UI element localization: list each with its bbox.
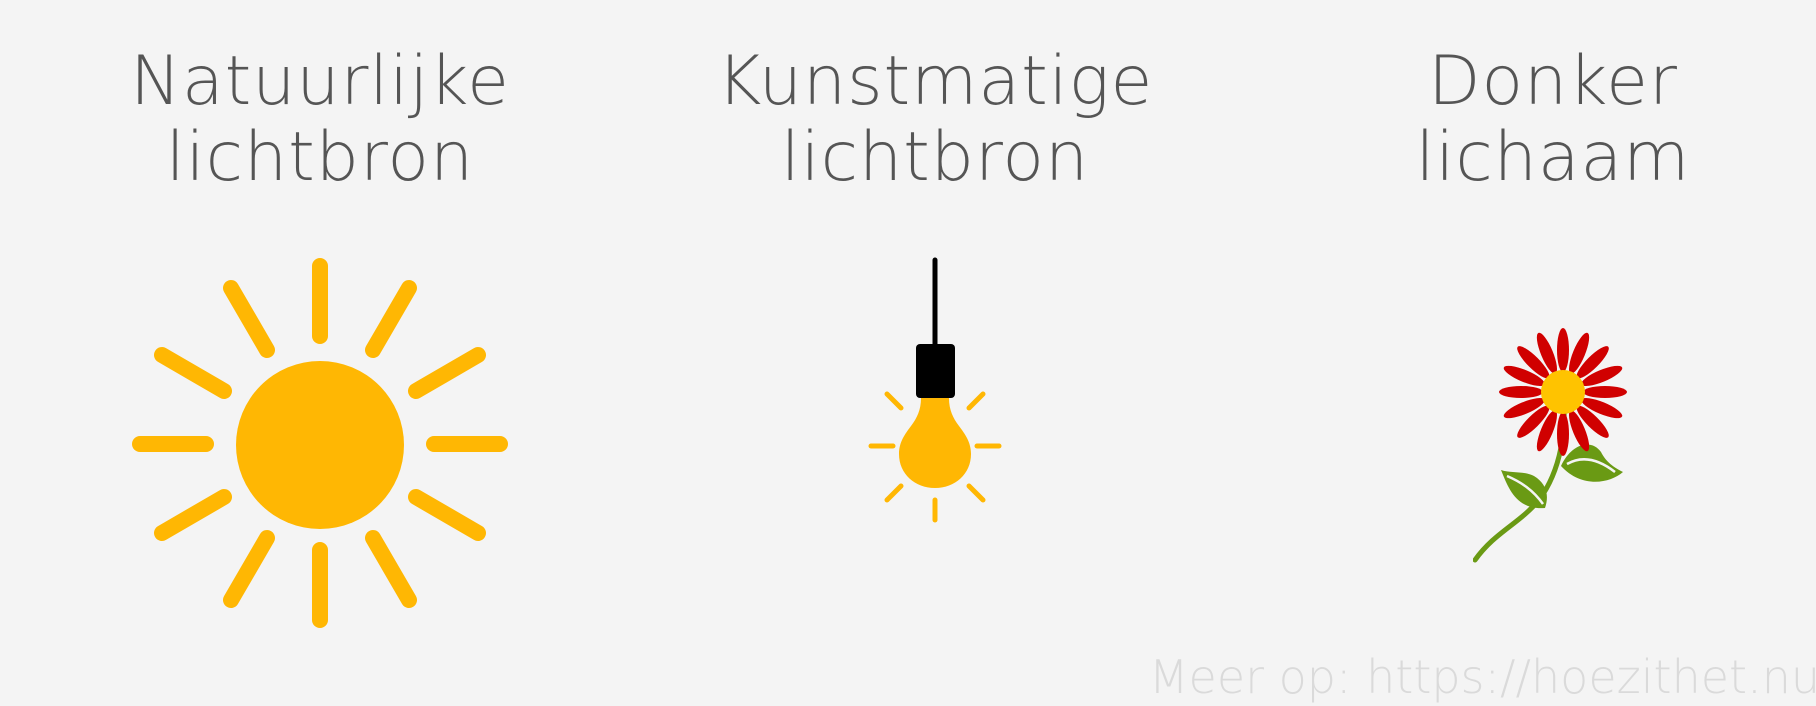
- column-dark-body: Donker lichaam: [1380, 0, 1726, 706]
- column-title: Donker lichaam: [1380, 44, 1726, 196]
- title-line-1: Natuurlijke: [130, 42, 510, 121]
- column-natural-light-source: Natuurlijke lichtbron: [120, 0, 520, 706]
- column-title: Kunstmatige lichtbron: [700, 44, 1170, 196]
- title-line-2: lichtbron: [165, 118, 475, 197]
- title-line-2: lichaam: [1415, 118, 1691, 197]
- title-line-1: Kunstmatige: [716, 42, 1154, 121]
- column-title: Natuurlijke lichtbron: [120, 44, 520, 196]
- sun-icon: [132, 258, 508, 628]
- flower-icon: [1473, 328, 1627, 563]
- column-artificial-light-source: Kunstmatige lichtbron: [700, 0, 1170, 706]
- footer-watermark: Meer op: https://hoezithet.nu: [1148, 650, 1816, 704]
- light-bulb-icon: [868, 257, 1002, 523]
- title-line-1: Donker: [1428, 42, 1678, 121]
- title-line-2: lichtbron: [780, 118, 1090, 197]
